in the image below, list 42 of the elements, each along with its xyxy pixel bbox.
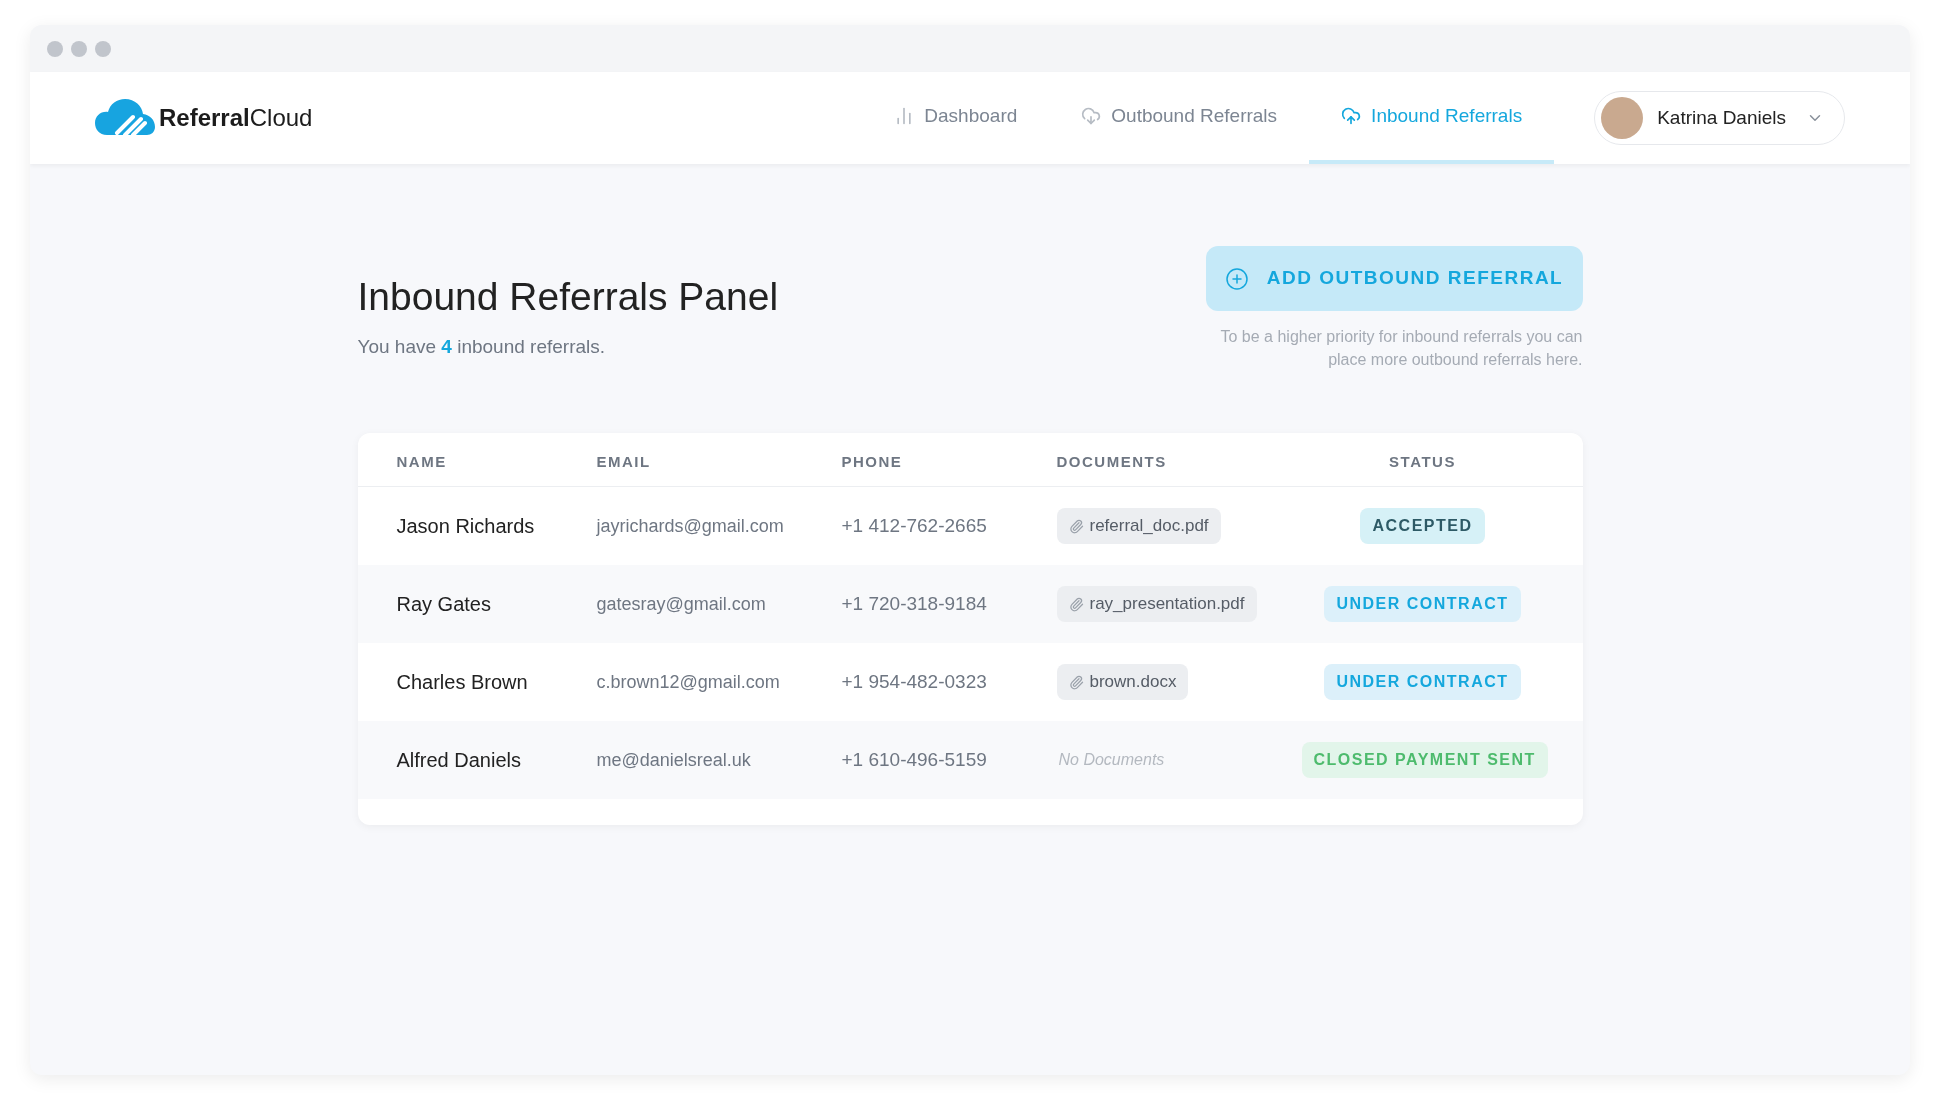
paperclip-icon	[1068, 518, 1084, 534]
column-header: NAME	[396, 452, 448, 473]
avatar-placeholder	[1601, 97, 1644, 139]
cloud-logo-icon	[95, 99, 155, 137]
hint-text: To be a higher priority for inbound referrals you can place more outbound referrals here.	[1219, 327, 1583, 370]
email-cell-text: c.brown12@gmail.com	[596, 670, 781, 694]
email-cell-text: me@danielsreal.uk	[596, 748, 752, 772]
document-chip[interactable]: brown.docx	[1056, 664, 1189, 700]
no-documents-text: No Documents	[1057, 751, 1165, 768]
status-badge: UNDER CONTRACT	[1324, 586, 1521, 622]
name-cell-text: Alfred Daniels	[396, 748, 522, 773]
status-badge: CLOSED PAYMENT SENT	[1301, 742, 1548, 778]
document-chip[interactable]: ray_presentation.pdf	[1056, 586, 1257, 622]
status-badge: UNDER CONTRACT	[1324, 664, 1521, 700]
phone-cell-text: +1 610-496-5159	[841, 747, 988, 772]
name-cell-text: Charles Brown	[396, 670, 529, 695]
column-header: DOCUMENTS	[1056, 452, 1168, 473]
column-header: PHONE	[841, 452, 904, 473]
name-cell-text: Jason Richards	[396, 514, 536, 539]
email-cell-text: gatesray@gmail.com	[596, 592, 767, 616]
brand-name: ReferralCloud	[159, 103, 313, 133]
paperclip-icon	[1068, 674, 1084, 690]
nav-tab[interactable]: Outbound Referrals	[1049, 72, 1310, 164]
status-badge: ACCEPTED	[1360, 508, 1485, 544]
document-chip[interactable]: referral_doc.pdf	[1056, 508, 1221, 544]
column-header: EMAIL	[596, 452, 652, 473]
cloud-upload-icon	[1341, 106, 1362, 126]
referral-count-text: You have 4 inbound referrals.	[357, 334, 607, 359]
name-cell-text: Ray Gates	[396, 592, 492, 617]
cloud-download-icon	[1081, 106, 1102, 126]
plus-circle-icon	[1224, 266, 1249, 291]
nav-tab[interactable]: Dashboard	[862, 72, 1050, 164]
window-control-icon[interactable]	[71, 40, 87, 57]
paperclip-icon	[1068, 596, 1084, 612]
email-cell-text: jayrichards@gmail.com	[596, 514, 785, 538]
phone-cell-text: +1 720-318-9184	[841, 591, 988, 616]
column-header: STATUS	[1389, 452, 1456, 473]
window-control-icon[interactable]	[95, 40, 111, 57]
window-control-icon[interactable]	[47, 40, 63, 57]
phone-cell-text: +1 954-482-0323	[841, 669, 988, 694]
phone-cell-text: +1 412-762-2665	[841, 513, 988, 538]
panel-title: Inbound Referrals Panel	[357, 274, 779, 320]
